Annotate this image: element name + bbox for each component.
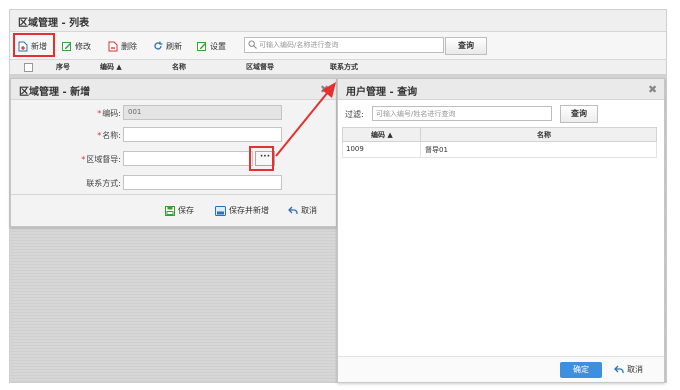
col-user-name[interactable]: 名称: [537, 130, 551, 140]
col-supervisor[interactable]: 区域督导: [246, 62, 274, 72]
save-icon: [165, 205, 175, 216]
form-row-contact: 联系方式:: [11, 175, 336, 191]
edit-icon: [62, 42, 71, 51]
undo-icon: [614, 365, 624, 373]
add-dialog-footer: 保存 保存并新增 取消: [11, 194, 336, 225]
settings-button[interactable]: 设置: [197, 39, 226, 53]
settings-icon: [197, 42, 206, 51]
save-new-icon: [215, 205, 226, 216]
delete-icon: [108, 41, 118, 51]
col-contact[interactable]: 联系方式: [330, 62, 358, 72]
undo-icon: [288, 206, 298, 214]
user-dialog-title: 用户管理 - 查询: [346, 87, 418, 98]
select-all-checkbox[interactable]: [24, 63, 33, 72]
toolbar: 新增 修改 删除 刷新 设置 可输入编码/名称进行查询 查询: [10, 32, 666, 60]
cancel-button[interactable]: 取消: [288, 205, 317, 216]
filter-placeholder: 可输入编号/姓名进行查询: [376, 110, 456, 118]
code-field: 001: [123, 105, 282, 120]
query-button[interactable]: 查询: [445, 37, 487, 55]
refresh-button[interactable]: 刷新: [153, 39, 182, 53]
user-grid-header: 编码 ▲ 名称: [342, 127, 657, 142]
close-icon[interactable]: ✖: [648, 83, 657, 96]
user-query-dialog: 用户管理 - 查询 ✖ 过滤: 可输入编号/姓名进行查询 查询 编码 ▲ 名称 …: [337, 78, 665, 383]
user-query-button[interactable]: 查询: [560, 105, 598, 123]
search-icon: [248, 40, 257, 49]
name-label: *名称:: [97, 131, 121, 140]
filter-label: 过滤:: [345, 110, 364, 119]
col-name[interactable]: 名称: [172, 62, 186, 72]
page-title-bar: 区域管理 - 列表: [10, 10, 666, 32]
user-name-cell: 督导01: [425, 146, 448, 154]
user-dialog-titlebar: 用户管理 - 查询 ✖: [338, 79, 664, 100]
cancel-button-label: 取消: [301, 206, 317, 215]
name-field[interactable]: [123, 127, 282, 142]
settings-button-label: 设置: [210, 41, 226, 51]
edit-button[interactable]: 修改: [62, 39, 91, 53]
contact-field[interactable]: [123, 175, 282, 190]
add-button-highlight: [13, 33, 55, 57]
code-label: *编码:: [97, 109, 121, 118]
annotation-arrow: [275, 82, 336, 157]
supervisor-field[interactable]: [123, 151, 253, 166]
refresh-icon: [154, 41, 163, 50]
grid-header: 序号 编码 ▲ 名称 区域督导 联系方式: [10, 60, 666, 75]
table-row[interactable]: 1009 督导01: [342, 142, 657, 158]
confirm-button[interactable]: 确定: [560, 362, 602, 378]
filter-input[interactable]: 可输入编号/姓名进行查询: [372, 106, 552, 121]
refresh-button-label: 刷新: [166, 41, 182, 51]
search-placeholder: 可输入编码/名称进行查询: [259, 41, 339, 49]
user-code-cell: 1009: [346, 145, 364, 153]
col-user-code[interactable]: 编码 ▲: [371, 130, 393, 140]
save-and-new-button-label: 保存并新增: [229, 206, 269, 215]
save-button[interactable]: 保存: [165, 205, 194, 216]
search-input[interactable]: 可输入编码/名称进行查询: [244, 37, 444, 53]
delete-button[interactable]: 删除: [108, 39, 137, 53]
edit-button-label: 修改: [75, 41, 91, 51]
save-button-label: 保存: [178, 206, 194, 215]
save-and-new-button[interactable]: 保存并新增: [215, 205, 269, 216]
user-dialog-footer: 确定 取消: [338, 356, 664, 382]
user-cancel-button[interactable]: 取消: [614, 364, 643, 375]
col-code[interactable]: 编码 ▲: [100, 62, 122, 72]
user-cancel-label: 取消: [627, 365, 643, 374]
add-dialog-title: 区域管理 - 新增: [19, 87, 91, 98]
col-index: 序号: [56, 63, 70, 71]
supervisor-label: *区域督导:: [81, 155, 121, 164]
contact-label: 联系方式:: [86, 179, 121, 188]
page-title: 区域管理 - 列表: [18, 18, 90, 29]
delete-button-label: 删除: [121, 41, 137, 51]
